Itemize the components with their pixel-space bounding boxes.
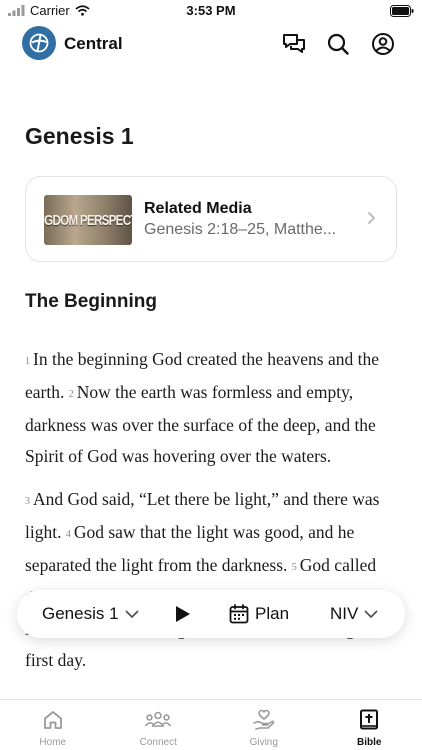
related-media-subtitle: Genesis 2:18–25, Matthe... [144, 221, 337, 238]
chevron-down-icon [364, 610, 378, 618]
chevron-right-icon [367, 211, 376, 230]
version-selector[interactable]: NIV [330, 590, 378, 638]
home-icon [0, 709, 106, 731]
tab-label: Home [39, 737, 67, 748]
related-media-title: Related Media [144, 200, 252, 217]
plan-button[interactable]: Plan [229, 590, 289, 638]
verse-number: 2 [68, 389, 74, 400]
tab-giving[interactable]: Giving [211, 700, 317, 750]
people-icon [106, 709, 212, 731]
messages-button[interactable] [281, 31, 307, 57]
verse-number: 3 [25, 496, 30, 507]
chapter-selector[interactable]: Genesis 1 [42, 590, 139, 638]
verse-number: 1 [25, 356, 30, 367]
status-time: 3:53 PM [186, 3, 236, 18]
search-icon [327, 33, 349, 55]
chapter-label: Genesis 1 [42, 604, 119, 623]
chevron-down-icon [125, 610, 138, 618]
reader-toolbar: Genesis 1 Plan NIV [17, 590, 405, 638]
section-heading: The Beginning [25, 291, 157, 312]
tab-label: Giving [249, 737, 278, 748]
giving-hand-icon [211, 709, 317, 731]
play-icon [176, 606, 190, 622]
verse-number: 5 [291, 562, 297, 573]
user-profile-icon [372, 33, 394, 55]
audio-play-button[interactable] [175, 590, 191, 638]
media-thumbnail: NGDOM PERSPECTI [44, 195, 132, 245]
battery-icon [390, 4, 414, 22]
status-bar: Carrier 3:53 PM [0, 0, 422, 22]
app-header: Central [0, 22, 422, 66]
tab-label: Connect [139, 737, 177, 748]
search-button[interactable] [325, 31, 351, 57]
plan-label: Plan [255, 604, 290, 623]
tab-connect[interactable]: Connect [106, 700, 212, 750]
bible-icon [317, 709, 422, 731]
calendar-icon [229, 604, 249, 624]
thumbnail-text: NGDOM PERSPECTI [44, 211, 132, 229]
scripture-paragraph: 1 In the beginning God created the heaven… [25, 344, 400, 472]
brand-name: Central [64, 34, 123, 53]
tab-bar: Home Connect Giving Bible [0, 699, 422, 750]
tab-home[interactable]: Home [0, 700, 106, 750]
verse-text[interactable]: Now the earth was formless and empty, da… [25, 382, 376, 466]
tab-label: Bible [357, 737, 382, 748]
page-title: Genesis 1 [25, 123, 134, 149]
church-logo-icon[interactable] [22, 26, 56, 60]
version-label: NIV [330, 604, 359, 623]
tab-bible[interactable]: Bible [317, 700, 422, 750]
chat-bubbles-icon [283, 34, 305, 53]
profile-button[interactable] [370, 31, 396, 57]
verse-number: 4 [65, 529, 71, 540]
related-media-card[interactable]: NGDOM PERSPECTI Related Media Genesis 2:… [25, 176, 397, 262]
